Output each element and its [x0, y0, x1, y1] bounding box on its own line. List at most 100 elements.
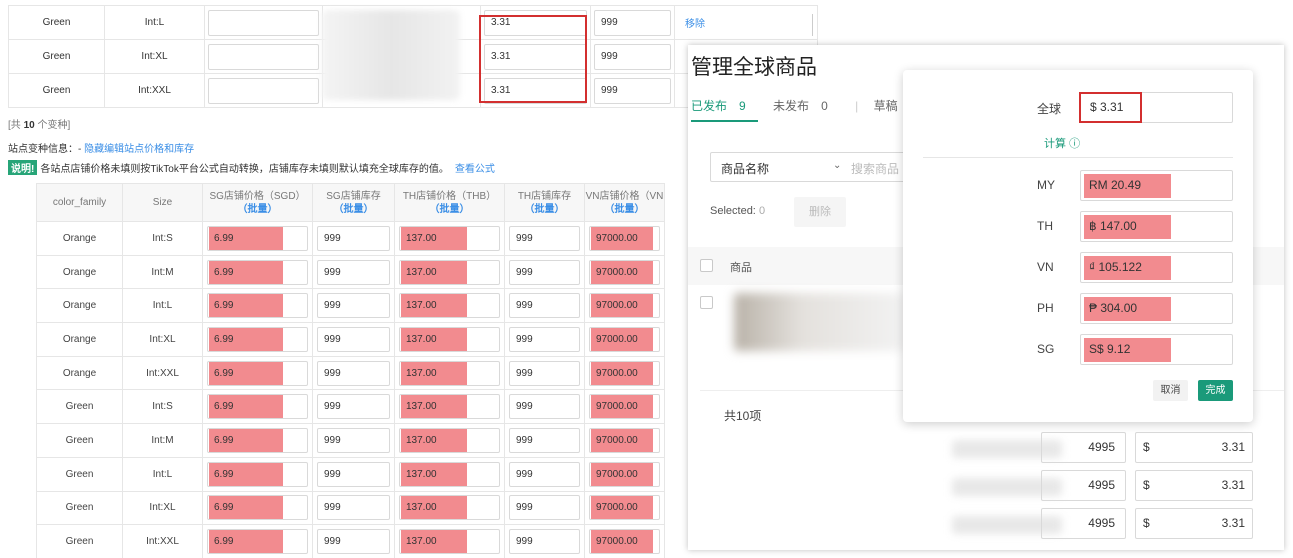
bulk-edit-link[interactable]: （批量）: [505, 203, 584, 216]
th-stock-input[interactable]: 999: [509, 427, 580, 453]
site-price-input-ph[interactable]: ₱ 304.00: [1080, 293, 1233, 324]
chevron-down-icon[interactable]: ⌄: [833, 160, 841, 171]
highlight: 97000.00: [591, 226, 653, 250]
bulk-edit-link[interactable]: （批量）: [313, 203, 394, 216]
cancel-button[interactable]: 取消: [1153, 380, 1188, 401]
sg-stock-input[interactable]: 999: [317, 360, 390, 386]
tab-published[interactable]: 已发布 9: [691, 99, 758, 122]
th-price-input[interactable]: 137.00: [399, 326, 500, 352]
column-header[interactable]: SG店铺价格（SGD） （批量）: [202, 183, 313, 222]
stock-input[interactable]: 4995: [1041, 508, 1126, 539]
stock-input[interactable]: 4995: [1041, 432, 1126, 463]
sg-stock-input[interactable]: 999: [317, 225, 390, 251]
vn-price-input[interactable]: 97000.00: [589, 394, 660, 420]
sku-input[interactable]: [208, 77, 319, 104]
vn-price-input[interactable]: 97000.00: [589, 259, 660, 285]
th-price-input[interactable]: 137.00: [399, 394, 500, 420]
sg-stock-input[interactable]: 999: [317, 394, 390, 420]
done-button[interactable]: 完成: [1198, 380, 1233, 401]
vn-price-cell: 97000.00: [584, 524, 665, 558]
column-header[interactable]: TH店铺库存 （批量）: [504, 183, 585, 222]
site-price-input-vn[interactable]: ₫ 105.122: [1080, 252, 1233, 283]
highlight: 97000.00: [591, 395, 653, 419]
th-stock-input[interactable]: 999: [509, 326, 580, 352]
th-price-input[interactable]: 137.00: [399, 427, 500, 453]
th-stock-input[interactable]: 999: [509, 259, 580, 285]
sg-price-input[interactable]: 6.99: [207, 529, 308, 555]
vn-price-input[interactable]: 97000.00: [589, 427, 660, 453]
delete-button[interactable]: 删除: [794, 197, 846, 227]
stock-input[interactable]: 999: [594, 9, 671, 36]
search-input[interactable]: 搜索商品: [851, 160, 899, 177]
sg-price-input[interactable]: 6.99: [207, 225, 308, 251]
tab-drafts[interactable]: 草稿: [874, 99, 898, 113]
stock-input[interactable]: 999: [594, 43, 671, 70]
filter-field-select[interactable]: 商品名称: [721, 160, 769, 177]
sku-cell: [204, 39, 323, 74]
site-price-input-th[interactable]: ฿ 147.00: [1080, 211, 1233, 242]
sg-price-input[interactable]: 6.99: [207, 293, 308, 319]
sg-price-input[interactable]: 6.99: [207, 461, 308, 487]
th-price-input[interactable]: 137.00: [399, 495, 500, 521]
select-all-checkbox[interactable]: [700, 259, 713, 272]
th-price-input[interactable]: 137.00: [399, 225, 500, 251]
vn-price-input[interactable]: 97000.00: [589, 293, 660, 319]
th-stock-input[interactable]: 999: [509, 461, 580, 487]
sg-price-input[interactable]: 6.99: [207, 495, 308, 521]
sku-input[interactable]: [208, 43, 319, 70]
view-formula-link[interactable]: 查看公式: [455, 164, 495, 175]
stock-input[interactable]: 4995: [1041, 470, 1126, 501]
th-price-cell: 137.00: [394, 490, 505, 526]
vn-price-input[interactable]: 97000.00: [589, 495, 660, 521]
sg-stock-input[interactable]: 999: [317, 461, 390, 487]
remove-link[interactable]: 移除: [685, 19, 705, 30]
help-circle-icon[interactable]: ⓘ: [1069, 138, 1080, 150]
th-stock-input[interactable]: 999: [509, 394, 580, 420]
price-input[interactable]: $3.31: [1135, 508, 1253, 539]
vn-price-input[interactable]: 97000.00: [589, 225, 660, 251]
th-price-input[interactable]: 137.00: [399, 293, 500, 319]
sg-stock-input[interactable]: 999: [317, 427, 390, 453]
th-price-input[interactable]: 137.00: [399, 529, 500, 555]
sg-price-input[interactable]: 6.99: [207, 326, 308, 352]
bulk-edit-link[interactable]: （批量）: [395, 203, 504, 216]
sg-stock-input[interactable]: 999: [317, 259, 390, 285]
sg-price-input[interactable]: 6.99: [207, 360, 308, 386]
hide-site-edit-link[interactable]: 隐藏编辑站点价格和库存: [84, 144, 194, 155]
th-stock-input[interactable]: 999: [509, 225, 580, 251]
sg-stock-input[interactable]: 999: [317, 495, 390, 521]
th-stock-input[interactable]: 999: [509, 529, 580, 555]
vn-price-input[interactable]: 97000.00: [589, 326, 660, 352]
th-stock-input[interactable]: 999: [509, 495, 580, 521]
th-stock-input[interactable]: 999: [509, 360, 580, 386]
sg-price-input[interactable]: 6.99: [207, 259, 308, 285]
price-input[interactable]: $3.31: [1135, 432, 1253, 463]
column-header[interactable]: TH店铺价格（THB） （批量）: [394, 183, 505, 222]
sg-stock-input[interactable]: 999: [317, 293, 390, 319]
sku-input[interactable]: [208, 9, 319, 36]
sg-stock-cell: 999: [312, 524, 395, 558]
vn-price-input[interactable]: 97000.00: [589, 360, 660, 386]
sg-stock-input[interactable]: 999: [317, 529, 390, 555]
bulk-edit-link[interactable]: （批量）: [203, 203, 312, 216]
th-price-input[interactable]: 137.00: [399, 461, 500, 487]
vn-price-input[interactable]: 97000.00: [589, 529, 660, 555]
sg-stock-input[interactable]: 999: [317, 326, 390, 352]
row-checkbox[interactable]: [700, 296, 713, 309]
stock-input[interactable]: 999: [594, 77, 671, 104]
site-price-input-sg[interactable]: S$ 9.12: [1080, 334, 1233, 365]
price-input[interactable]: $3.31: [1135, 470, 1253, 501]
tab-unpublished[interactable]: 未发布 0: [773, 99, 840, 113]
column-header[interactable]: VN店铺价格（VN （批量）: [584, 183, 665, 222]
column-header[interactable]: SG店铺库存 （批量）: [312, 183, 395, 222]
highlight: 97000.00: [591, 462, 653, 486]
sg-price-input[interactable]: 6.99: [207, 427, 308, 453]
vn-price-input[interactable]: 97000.00: [589, 461, 660, 487]
sg-price-input[interactable]: 6.99: [207, 394, 308, 420]
th-price-input[interactable]: 137.00: [399, 360, 500, 386]
th-price-input[interactable]: 137.00: [399, 259, 500, 285]
th-stock-input[interactable]: 999: [509, 293, 580, 319]
calculate-link[interactable]: 计算 ⓘ: [1044, 135, 1080, 151]
bulk-edit-link[interactable]: （批量）: [585, 203, 664, 216]
site-price-input-my[interactable]: RM 20.49: [1080, 170, 1233, 201]
